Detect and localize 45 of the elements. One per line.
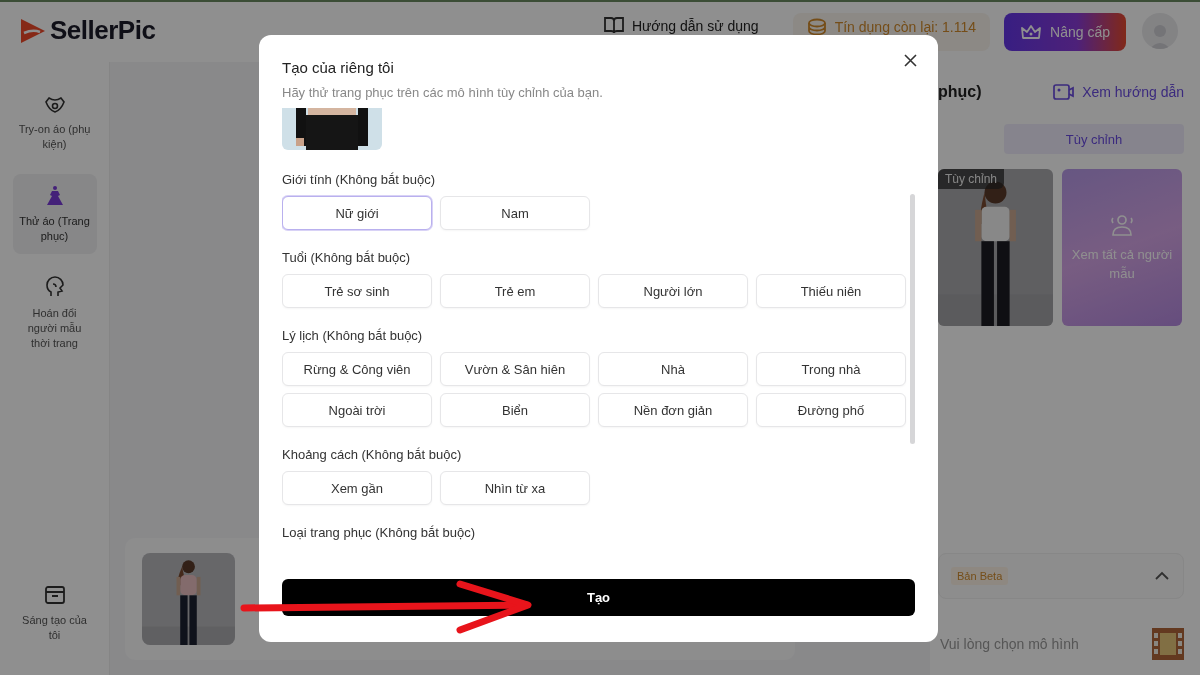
section-label: Loại trang phục (Không bắt buộc) <box>282 525 476 540</box>
option-button[interactable]: Xem gần <box>282 471 432 505</box>
option-button[interactable]: Nữ giới <box>282 196 432 230</box>
scrollbar[interactable] <box>910 194 915 444</box>
upgrade-button[interactable]: Nâng cấp <box>1004 13 1126 51</box>
section-label: Khoảng cách (Không bắt buộc) <box>282 447 463 462</box>
option-button[interactable]: Nam <box>440 196 590 230</box>
prompt-text: Vui lòng chọn mô hình <box>940 636 1079 652</box>
sidebar-item[interactable]: Hoán đổi người mẫu thời trang <box>12 266 97 361</box>
sidebar-item[interactable]: Thử áo (Trang phục) <box>12 174 97 254</box>
option-button[interactable]: Vườn & Sân hiên <box>440 352 590 386</box>
tutorial-link[interactable]: Xem hướng dẫn <box>1052 82 1184 102</box>
coins-icon <box>806 17 827 37</box>
option-button[interactable]: Rừng & Công viên <box>282 352 432 386</box>
guide-link[interactable]: Hướng dẫn sử dụng <box>599 15 763 36</box>
option-button[interactable]: Trong nhà <box>756 352 906 386</box>
option-button[interactable]: Nhìn từ xa <box>440 471 590 505</box>
option-button[interactable]: Người lớn <box>598 274 748 308</box>
book-icon <box>603 17 624 34</box>
option-button[interactable]: Trẻ sơ sinh <box>282 274 432 308</box>
people-icon <box>1109 212 1135 237</box>
create-button[interactable]: Tạo <box>282 579 915 616</box>
section-label: Lý lịch (Không bắt buộc) <box>282 328 424 343</box>
close-icon <box>903 53 918 68</box>
film-icon <box>1152 628 1184 660</box>
modal-subtitle: Hãy thử trang phục trên các mô hình tùy chỉnh của bạn. <box>282 85 604 100</box>
section-label: Giới tính (Không bắt buộc) <box>282 172 437 187</box>
crown-icon <box>1020 22 1043 42</box>
archive-icon <box>42 583 67 607</box>
section-label: Tuổi (Không bắt buộc) <box>282 250 412 265</box>
option-button[interactable]: Nhà <box>598 352 748 386</box>
option-button[interactable]: Biển <box>440 393 590 427</box>
logo-text: SellerPic <box>50 15 156 46</box>
option-button[interactable]: Nền đơn giản <box>598 393 748 427</box>
option-button[interactable]: Ngoài trời <box>282 393 432 427</box>
beta-tag: Bản Beta <box>951 567 1009 585</box>
modal-title: Tạo của riêng tôi <box>282 59 395 76</box>
sidebar-item[interactable]: Try-on áo (phụ kiện) <box>12 82 97 162</box>
video-icon <box>1052 82 1075 102</box>
panel-title: phục) <box>938 83 982 101</box>
sidebar-item[interactable]: Sáng tạo của tôi <box>12 573 97 653</box>
option-button[interactable]: Đường phố <box>756 393 906 427</box>
option-button[interactable]: Trẻ em <box>440 274 590 308</box>
option-button[interactable]: Thiếu niên <box>756 274 906 308</box>
card-tag: Tùy chỉnh <box>938 169 1005 189</box>
